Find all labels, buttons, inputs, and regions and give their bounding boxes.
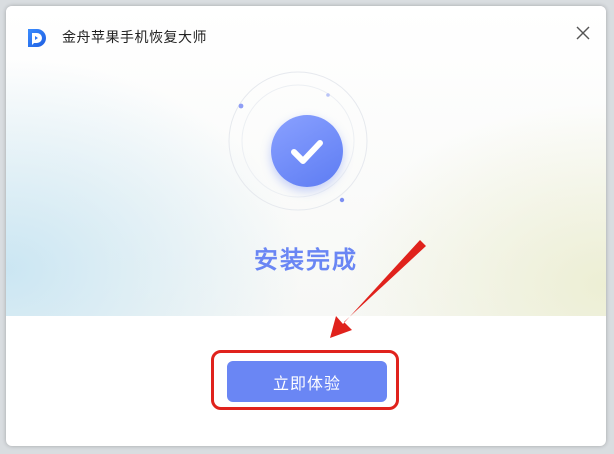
close-icon[interactable] (572, 22, 594, 44)
success-badge (271, 115, 343, 187)
orbit-dot (339, 197, 345, 203)
try-now-button[interactable]: 立即体验 (227, 361, 387, 402)
installer-window: 金舟苹果手机恢复大师 安装完成 立即体验 (6, 6, 606, 446)
title-bar: 金舟苹果手机恢复大师 (6, 6, 606, 64)
checkmark-icon (291, 140, 323, 164)
app-logo-icon (26, 27, 48, 49)
orbit-dot (238, 103, 244, 109)
install-complete-title: 安装完成 (254, 246, 358, 274)
app-title: 金舟苹果手机恢复大师 (62, 30, 207, 46)
orbit-dot (326, 93, 330, 97)
close-button[interactable] (572, 22, 594, 44)
